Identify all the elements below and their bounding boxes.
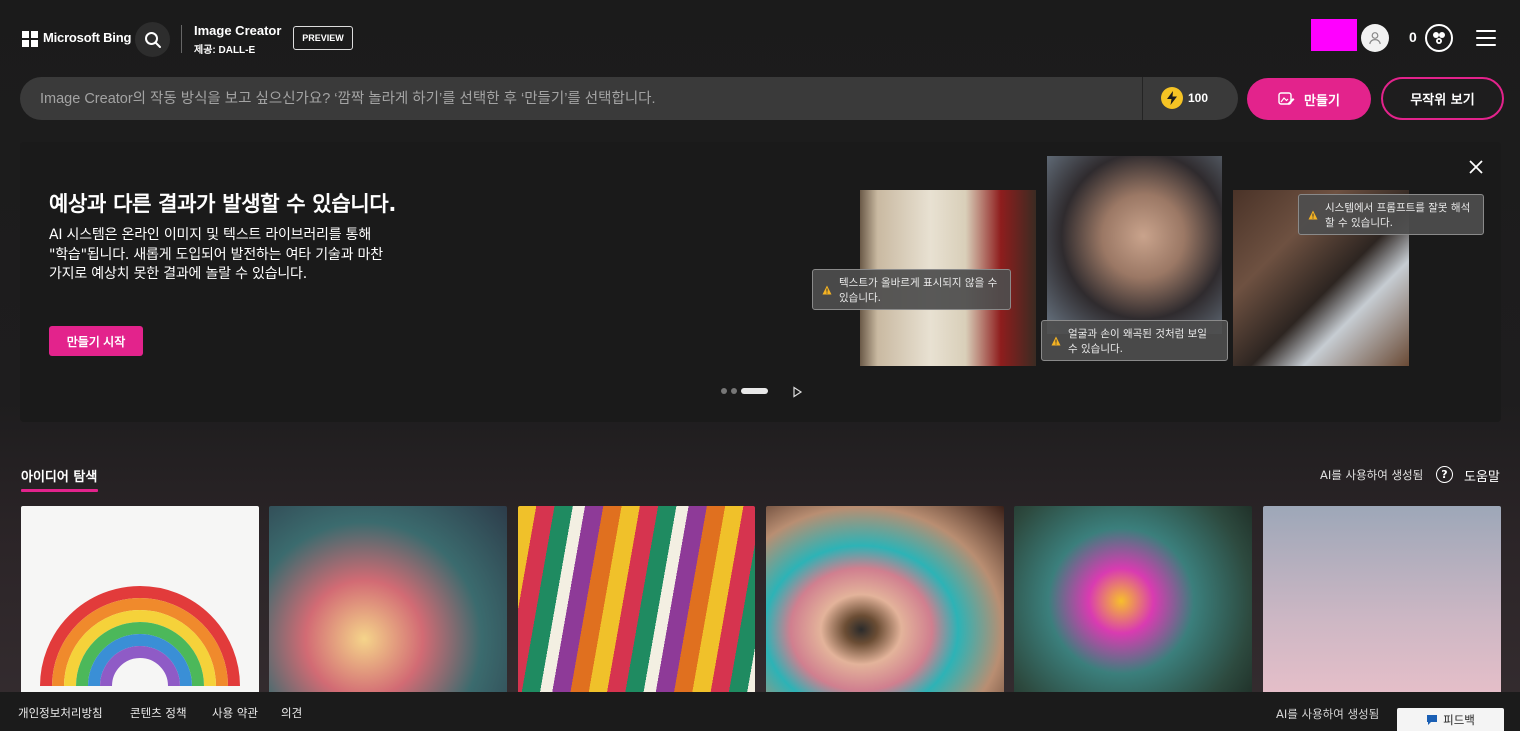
tab-active-indicator: [21, 489, 98, 492]
prompt-bar: 100: [20, 77, 1238, 120]
warning-icon: [1308, 210, 1318, 219]
info-banner: 예상과 다른 결과가 발생할 수 있습니다. AI 시스템은 온라인 이미지 및…: [20, 142, 1501, 422]
rainbow-image: [40, 586, 240, 687]
header-divider: [181, 25, 182, 53]
preview-badge: PREVIEW: [293, 26, 353, 50]
warning-icon: [1051, 336, 1061, 345]
idea-thumbnail-ribbons[interactable]: [518, 506, 755, 696]
redacted-block: [1311, 19, 1357, 51]
tab-explore-ideas[interactable]: 아이디어 탐색: [21, 466, 97, 485]
idea-thumbnail-eye-makeup[interactable]: [766, 506, 1004, 696]
warning-tooltip-face: 얼굴과 손이 왜곡된 것처럼 보일 수 있습니다.: [1041, 320, 1228, 361]
footer-link-privacy[interactable]: 개인정보처리방침: [18, 705, 103, 721]
banner-title: 예상과 다른 결과가 발생할 수 있습니다.: [49, 192, 397, 216]
start-create-button[interactable]: 만들기 시작: [49, 326, 143, 356]
app-subtitle: 제공: DALL-E: [194, 45, 256, 56]
brand-name[interactable]: Microsoft Bing: [43, 30, 131, 45]
create-label: 만들기: [1304, 93, 1340, 109]
footer-link-terms[interactable]: 사용 약관: [212, 705, 258, 721]
feedback-button[interactable]: 피드백: [1397, 708, 1504, 731]
rewards-button[interactable]: [1425, 24, 1453, 52]
feedback-label: 피드백: [1443, 712, 1475, 727]
play-icon[interactable]: [791, 386, 803, 398]
hamburger-menu-icon[interactable]: [1476, 30, 1496, 46]
idea-thumbnail-butterfly[interactable]: [1014, 506, 1252, 696]
app-title[interactable]: Image Creator: [194, 23, 281, 38]
help-icon[interactable]: ?: [1436, 466, 1453, 483]
footer-link-content-policy[interactable]: 콘텐츠 정책: [130, 705, 187, 721]
search-icon: [144, 31, 161, 48]
warning-text: 텍스트가 올바르게 표시되지 않을 수 있습니다.: [839, 277, 998, 304]
carousel-dots: [721, 388, 768, 394]
random-view-button[interactable]: 무작위 보기: [1381, 77, 1504, 120]
idea-thumbnail-pencil[interactable]: [269, 506, 507, 696]
idea-thumbnail-paint-splash[interactable]: [1263, 506, 1501, 696]
warning-text: 얼굴과 손이 왜곡된 것처럼 보일 수 있습니다.: [1068, 328, 1207, 355]
carousel-dot-active[interactable]: [741, 388, 768, 394]
example-image-portrait: [1047, 156, 1222, 334]
chat-icon: [1427, 714, 1438, 725]
boost-count: 100: [1188, 91, 1209, 105]
lightning-icon: [1167, 91, 1177, 105]
avatar[interactable]: [1361, 24, 1389, 52]
rewards-count[interactable]: 0: [1409, 29, 1417, 45]
warning-tooltip-prompt: 시스템에서 프롬프트를 잘못 해석할 수 있습니다.: [1298, 194, 1484, 235]
carousel-dot[interactable]: [731, 388, 737, 394]
warning-text: 시스템에서 프롬프트를 잘못 해석할 수 있습니다.: [1325, 202, 1471, 229]
footer: 개인정보처리방침 콘텐츠 정책 사용 약관 의견 AI를 사용하여 생성됨 피드…: [0, 692, 1520, 731]
prompt-divider: [1142, 77, 1143, 120]
user-icon: [1369, 32, 1381, 45]
help-link[interactable]: 도움말: [1464, 466, 1500, 485]
footer-link-feedback[interactable]: 의견: [281, 705, 302, 721]
banner-description: AI 시스템은 온라인 이미지 및 텍스트 라이브러리를 통해 "학습"됩니다.…: [49, 227, 383, 283]
idea-thumbnail-rainbow[interactable]: [21, 506, 259, 696]
top-header: Microsoft Bing Image Creator 제공: DALL-E …: [0, 0, 1520, 78]
prompt-input[interactable]: [40, 77, 1140, 120]
search-button[interactable]: [135, 22, 170, 57]
close-icon[interactable]: [1467, 158, 1485, 176]
warning-tooltip-text: 텍스트가 올바르게 표시되지 않을 수 있습니다.: [812, 269, 1011, 310]
carousel-dot[interactable]: [721, 388, 727, 394]
footer-ai-generated: AI를 사용하여 생성됨: [1276, 707, 1380, 721]
ai-generated-label: AI를 사용하여 생성됨: [1320, 468, 1424, 482]
create-button[interactable]: 만들기: [1247, 78, 1371, 120]
boost-icon[interactable]: [1161, 87, 1183, 109]
microsoft-logo-icon[interactable]: [22, 31, 38, 47]
create-icon: [1278, 92, 1295, 105]
trophy-icon: [1433, 32, 1445, 44]
warning-icon: [822, 285, 832, 294]
